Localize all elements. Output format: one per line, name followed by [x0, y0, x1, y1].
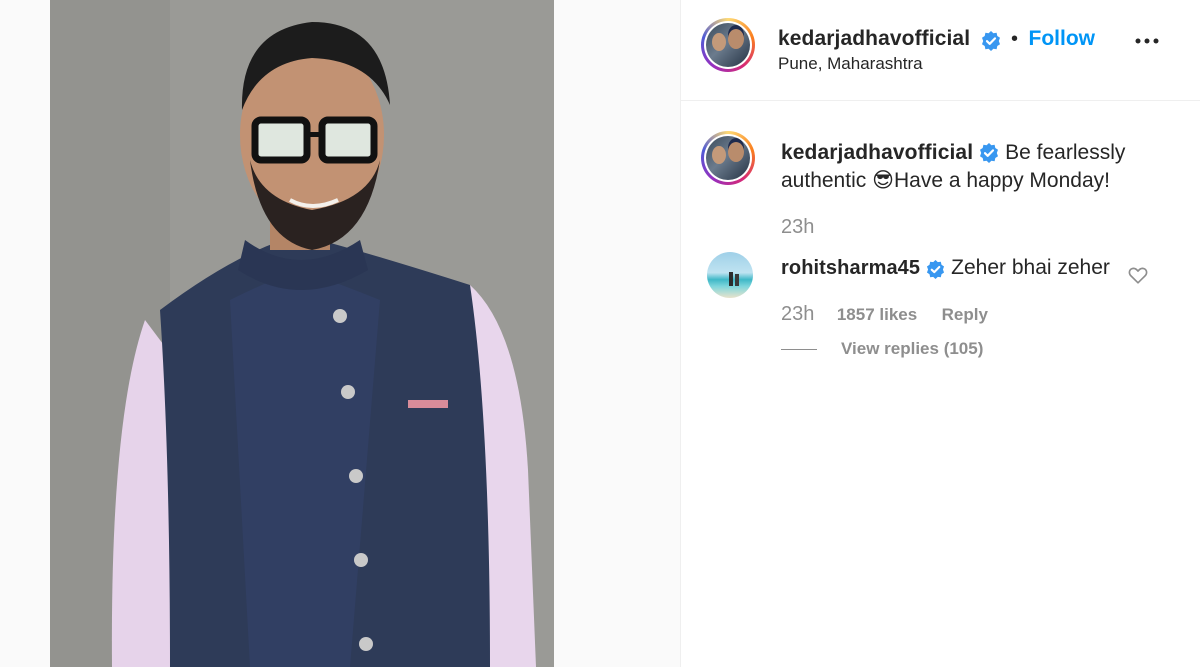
- comment-text: Zeher bhai zeher: [951, 256, 1110, 279]
- caption-author-avatar[interactable]: [701, 131, 755, 185]
- more-options-icon[interactable]: [1133, 34, 1163, 58]
- view-replies-button[interactable]: View replies (105): [841, 339, 983, 359]
- separator-dot: •: [1011, 28, 1019, 50]
- commenter-username[interactable]: rohitsharma45: [781, 257, 920, 279]
- caption: kedarjadhavofficial Be fearlessly authen…: [781, 139, 1181, 195]
- post-details-panel: kedarjadhavofficial • Follow Pune, Mahar…: [680, 0, 1200, 667]
- comment-meta: 23h 1857 likes Reply: [781, 303, 988, 326]
- heart-icon[interactable]: [1127, 264, 1149, 286]
- author-username[interactable]: kedarjadhavofficial: [778, 27, 970, 50]
- post-location[interactable]: Pune, Maharashtra: [778, 54, 923, 74]
- author-avatar[interactable]: [701, 18, 755, 72]
- post-header: kedarjadhavofficial • Follow Pune, Mahar…: [681, 0, 1200, 101]
- header-title-row: kedarjadhavofficial • Follow: [778, 27, 1095, 51]
- verified-badge-icon: [980, 143, 999, 164]
- comment-likes[interactable]: 1857 likes: [837, 305, 917, 324]
- commenter-avatar[interactable]: [707, 252, 753, 298]
- comment-timestamp[interactable]: 23h: [781, 303, 814, 325]
- caption-author[interactable]: kedarjadhavofficial: [781, 141, 973, 164]
- comment: rohitsharma45 Zeher bhai zeher: [781, 254, 1110, 282]
- verified-badge-icon: [927, 260, 945, 280]
- post-photo[interactable]: [50, 0, 554, 667]
- caption-text-1: Be fearlessly: [1005, 141, 1126, 164]
- reply-button[interactable]: Reply: [942, 305, 988, 324]
- sunglasses-emoji-icon: 😎: [872, 169, 894, 192]
- replies-divider: [781, 349, 817, 350]
- caption-text-2: authentic: [781, 169, 867, 192]
- caption-timestamp[interactable]: 23h: [781, 216, 814, 239]
- caption-text-3: Have a happy Monday!: [893, 169, 1110, 192]
- verified-badge-icon: [981, 30, 1000, 51]
- follow-button[interactable]: Follow: [1029, 27, 1096, 50]
- post-photo-illustration: [50, 0, 554, 667]
